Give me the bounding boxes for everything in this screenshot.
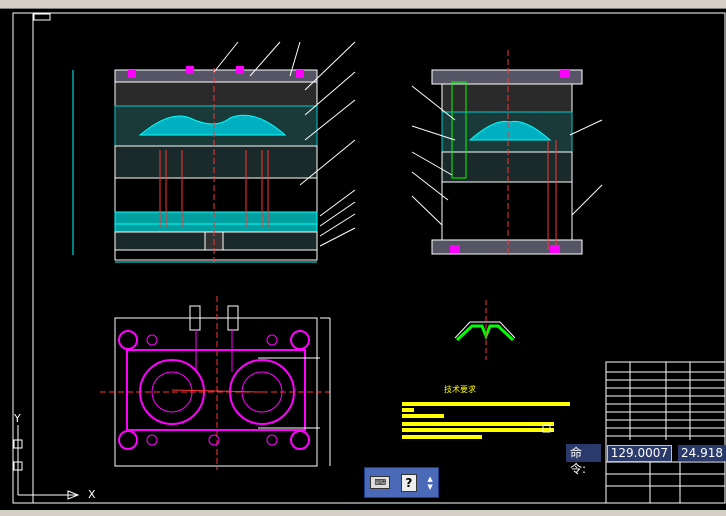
cad-drawing-canvas[interactable]: 技术要求 Y X 命令: 129.0007 24.918 ⌨ ? ▲ ▼ xyxy=(0,0,726,516)
ucs-icon xyxy=(13,425,80,500)
front-view xyxy=(72,41,356,263)
drawing-sheet xyxy=(12,12,726,504)
title-block xyxy=(605,361,726,504)
scroll-arrows-icon[interactable]: ▲ ▼ xyxy=(427,475,432,491)
ucs-x-label: X xyxy=(88,488,96,501)
coord-y-field[interactable]: 24.918 xyxy=(678,445,726,461)
tech-requirements-title: 技术要求 xyxy=(444,385,476,394)
technical-notes xyxy=(402,402,570,439)
corner-mark xyxy=(33,13,51,21)
command-line[interactable]: 命令: 129.0007 24.918 xyxy=(566,444,726,476)
part-detail xyxy=(454,300,516,360)
window-bottom-strip xyxy=(0,510,726,516)
ucs-y-label: Y xyxy=(14,412,21,425)
keyboard-icon[interactable]: ⌨ xyxy=(370,476,391,489)
ime-toolbar[interactable]: ⌨ ? ▲ ▼ xyxy=(364,467,439,498)
plan-view xyxy=(100,296,331,470)
coord-x-field[interactable]: 129.0007 xyxy=(606,444,672,462)
help-icon[interactable]: ? xyxy=(400,473,417,492)
side-view xyxy=(411,50,603,255)
command-prompt: 命令: xyxy=(566,444,601,476)
